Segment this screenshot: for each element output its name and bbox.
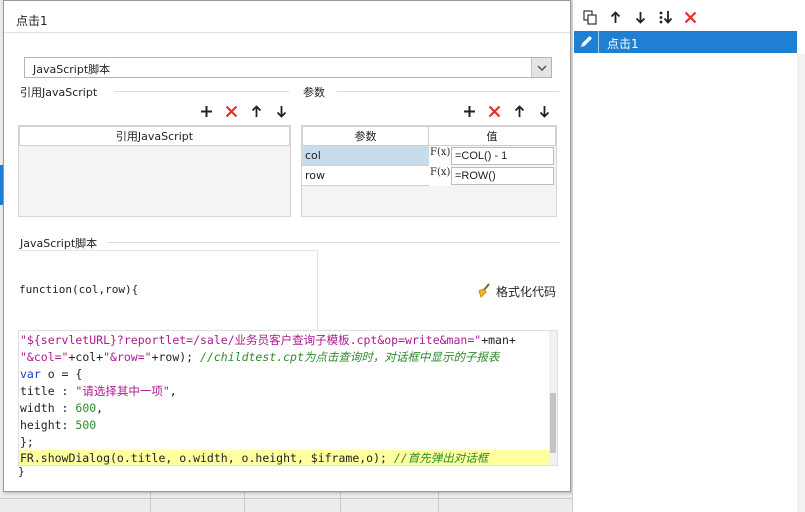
code-line: width : 600, [20,401,104,415]
edit-icon[interactable] [579,34,594,52]
dialog-title: 点击1 [16,14,48,28]
background-gridline [340,490,341,512]
delete-icon[interactable] [678,8,703,26]
right-panel-scrollbar[interactable] [797,54,805,512]
table-row[interactable]: col F(x) =COL() - 1 [302,146,556,166]
function-signature-box: function(col,row){ [18,250,318,332]
code-editor[interactable]: "${servletURL}?reportlet=/sale/业务员客户查询子模… [18,330,558,466]
move-up-icon[interactable] [507,102,532,120]
param-name[interactable]: col [302,146,429,166]
format-code-label: 格式化代码 [496,285,557,299]
script-type-select[interactable]: JavaScript脚本 [24,57,552,78]
param-name[interactable]: row [302,166,429,186]
code-line: title : "请选择其中一项", [20,384,177,398]
code-scrollbar[interactable] [549,331,557,465]
params-panel: 参数 值 col F(x) =COL() - 1 row F(x) =ROW() [301,125,557,217]
section-divider [107,242,559,243]
ref-js-panel: 引用JavaScript [18,125,291,217]
list-item-label: 点击1 [607,37,639,51]
script-type-value: JavaScript脚本 [33,63,111,76]
sort-down-icon[interactable] [653,8,678,26]
params-header-name: 参数 [302,126,429,146]
code-scrollbar-thumb[interactable] [550,393,556,453]
ref-js-label: 引用JavaScript [20,86,98,99]
delete-icon[interactable] [219,102,244,120]
list-item[interactable]: 点击1 [574,31,797,53]
background-gridline [150,490,151,512]
background-gridline [244,490,245,512]
param-value-input[interactable]: =COL() - 1 [451,147,554,165]
code-line: }; [20,435,34,449]
section-divider [114,91,289,92]
move-up-icon[interactable] [603,8,628,26]
move-down-icon[interactable] [628,8,653,26]
chevron-down-icon[interactable] [531,58,551,77]
background-gridline [438,490,439,512]
table-row[interactable]: row F(x) =ROW() [302,166,556,186]
formula-icon[interactable]: F(x) [429,166,451,186]
delete-icon[interactable] [482,102,507,120]
param-value-input[interactable]: =ROW() [451,167,554,185]
params-toolbar [457,102,557,120]
background-gridline [0,498,572,499]
script-section-label: JavaScript脚本 [20,237,98,250]
format-code-button[interactable]: 格式化代码 [476,282,556,301]
javascript-dialog: 点击1 JavaScript脚本 引用JavaScript 引用JavaScri… [3,0,571,492]
broom-icon [476,282,492,301]
formula-icon[interactable]: F(x) [429,146,451,166]
section-divider [337,91,559,92]
params-label: 参数 [303,86,325,99]
right-panel-toolbar [578,8,703,26]
add-icon[interactable] [194,102,219,120]
add-icon[interactable] [457,102,482,120]
params-header-value: 值 [428,126,556,146]
copy-icon[interactable] [578,8,603,26]
code-line: "&col="+col+"&row="+row); //childtest.cp… [20,350,500,364]
ref-toolbar [194,102,294,120]
closing-brace: } [18,465,25,478]
code-line: height: 500 [20,418,97,432]
code-line: var o = { [20,367,83,381]
ref-js-column-header: 引用JavaScript [19,126,290,146]
function-signature: function(col,row){ [19,283,139,296]
move-down-icon[interactable] [532,102,557,120]
move-down-icon[interactable] [269,102,294,120]
title-divider [4,32,570,33]
code-line: "${servletURL}?reportlet=/sale/业务员客户查询子模… [20,333,516,347]
move-up-icon[interactable] [244,102,269,120]
hyperlink-list-panel: 点击1 [572,0,805,512]
code-line: FR.showDialog(o.title, o.width, o.height… [20,451,489,465]
